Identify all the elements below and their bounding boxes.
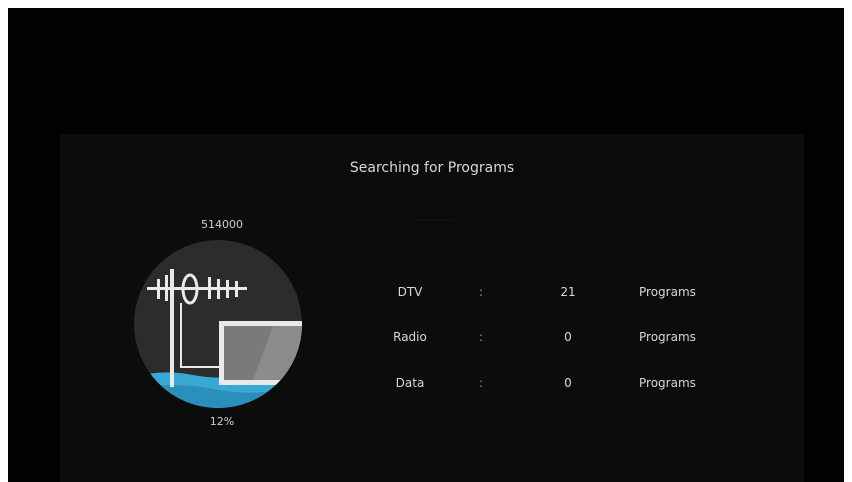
result-count: 21 xyxy=(560,285,576,299)
channel-search-dialog: Searching for Programs 514000 12% DTV: … xyxy=(60,134,804,482)
result-label: Radio xyxy=(393,330,427,344)
dialog-title: Searching for Programs xyxy=(349,160,515,176)
result-unit: Programs xyxy=(639,330,696,344)
result-row-data: Data : 0 Programs xyxy=(360,376,780,396)
result-row-radio: Radio : 0 Programs xyxy=(360,330,780,350)
result-separator: : xyxy=(478,376,484,390)
result-label: Data xyxy=(395,376,425,390)
result-separator: : xyxy=(478,330,484,344)
title-divider xyxy=(415,220,455,221)
tv-screen: Searching for Programs 514000 12% DTV: … xyxy=(8,8,844,482)
result-unit: Programs xyxy=(639,376,696,390)
result-separator: : xyxy=(478,285,484,299)
result-label: DTV xyxy=(397,285,423,299)
result-row-dtv: DTV : 21 Programs xyxy=(360,285,780,305)
result-unit: Programs xyxy=(639,285,696,299)
result-count: 0 xyxy=(564,330,572,344)
antenna-tv-icon xyxy=(133,239,303,409)
progress-percent: 12% xyxy=(209,415,235,428)
antenna-tv-illustration xyxy=(134,240,302,408)
result-count: 0 xyxy=(564,376,572,390)
frequency-readout: 514000 xyxy=(201,218,243,231)
